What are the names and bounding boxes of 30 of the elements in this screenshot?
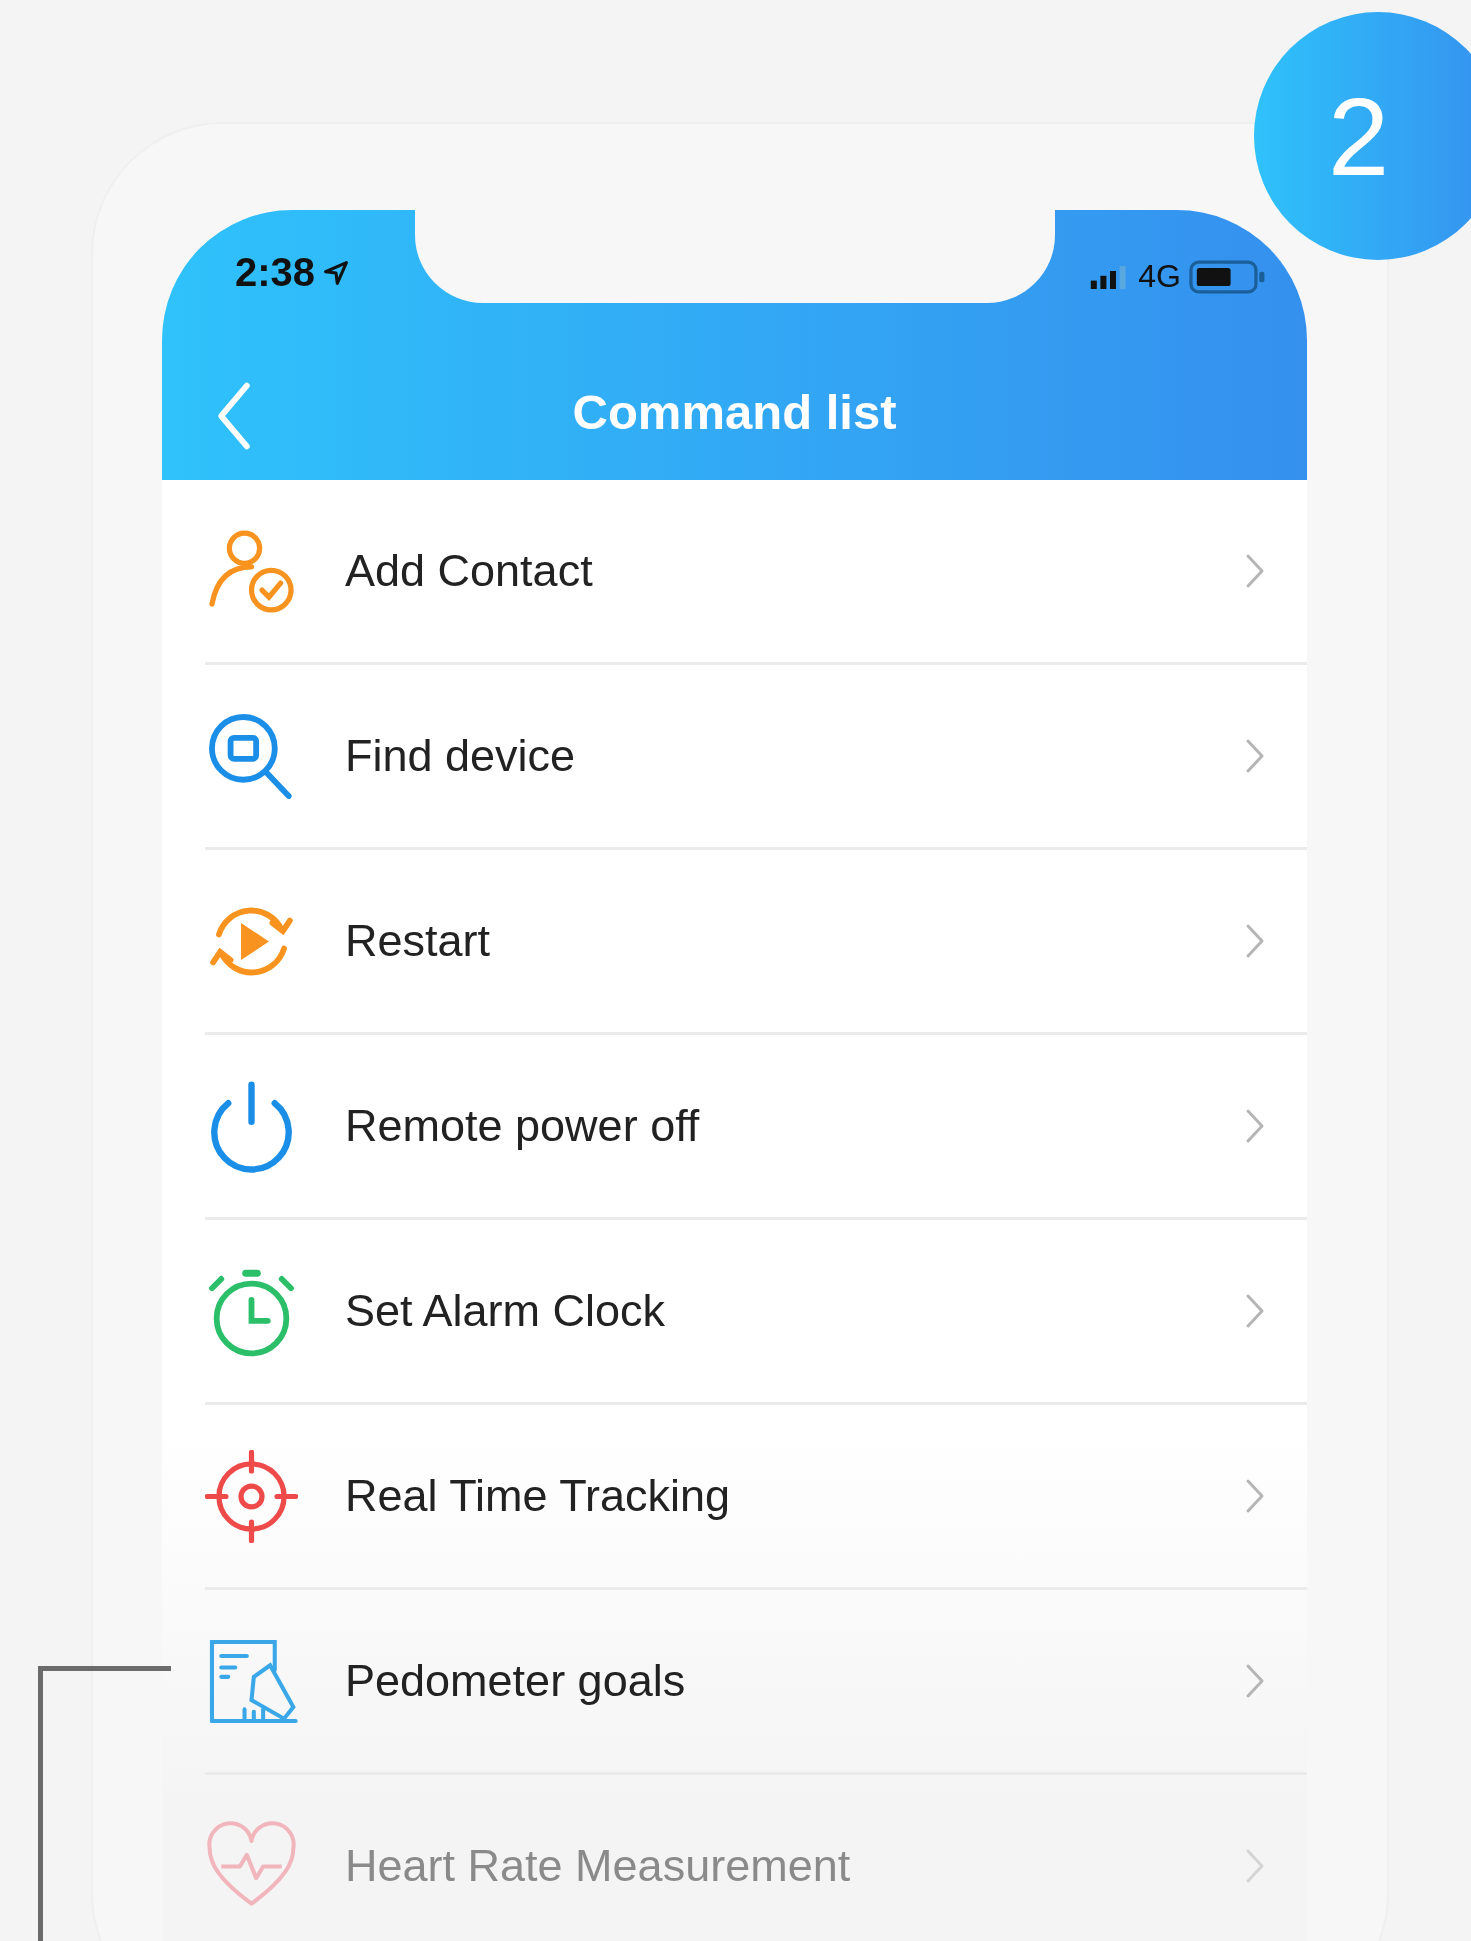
- command-label: Pedometer goals: [345, 1655, 687, 1707]
- command-item[interactable]: Remote power off: [205, 1035, 1307, 1220]
- command-label: Add Contact: [345, 545, 594, 597]
- chevron-right-icon: [1245, 923, 1265, 959]
- command-item[interactable]: Add Contact: [205, 480, 1307, 665]
- battery-icon: [1189, 259, 1267, 294]
- command-item[interactable]: Restart: [205, 850, 1307, 1035]
- location-arrow-icon: [323, 259, 350, 286]
- chevron-right-icon: [1245, 1663, 1265, 1699]
- chevron-right-icon: [1245, 1293, 1265, 1329]
- chevron-right-icon: [1245, 1478, 1265, 1514]
- chevron-right-icon: [1245, 1108, 1265, 1144]
- command-item[interactable]: Set Alarm Clock: [205, 1220, 1307, 1405]
- command-label: Remote power off: [345, 1100, 701, 1152]
- command-label: Heart Rate Measurement: [345, 1840, 852, 1892]
- step-number-badge: 2: [1254, 12, 1471, 260]
- command-label: Find device: [345, 730, 577, 782]
- command-label: Real Time Tracking: [345, 1470, 732, 1522]
- command-item[interactable]: Find device: [205, 665, 1307, 850]
- crosshair-icon: [205, 1449, 298, 1543]
- chevron-right-icon: [1245, 1848, 1265, 1884]
- screen-title: Command list: [572, 383, 897, 440]
- status-time: 2:38: [235, 250, 316, 295]
- command-label: Set Alarm Clock: [345, 1285, 667, 1337]
- command-item[interactable]: Pedometer goals: [205, 1590, 1307, 1775]
- chevron-right-icon: [1245, 553, 1265, 589]
- command-item[interactable]: Real Time Tracking: [205, 1405, 1307, 1590]
- command-label: Restart: [345, 915, 492, 967]
- network-label: 4G: [1138, 258, 1181, 295]
- chevron-right-icon: [1245, 738, 1265, 774]
